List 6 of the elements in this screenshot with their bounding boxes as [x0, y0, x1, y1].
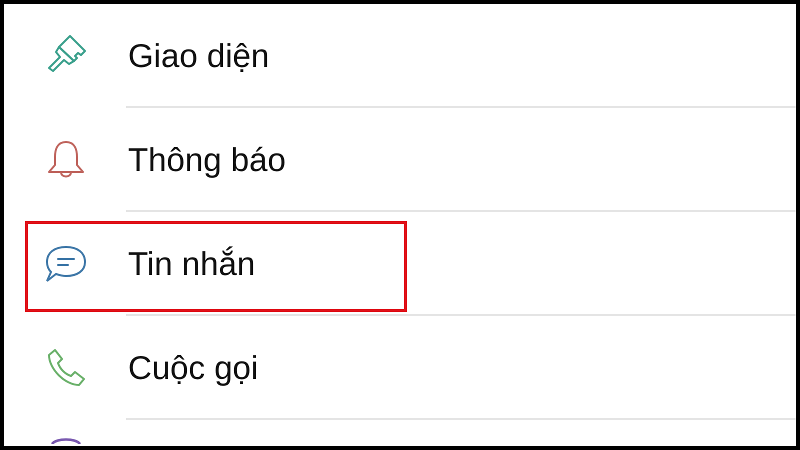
setting-label[interactable]: Tin nhắn	[128, 244, 256, 284]
phone-icon	[45, 347, 87, 389]
setting-label[interactable]: Giao diện	[128, 36, 270, 76]
chat-bubble-icon	[44, 244, 88, 284]
setting-label[interactable]: Thông báo	[128, 140, 286, 180]
setting-label[interactable]: Cuộc gọi	[128, 348, 258, 388]
